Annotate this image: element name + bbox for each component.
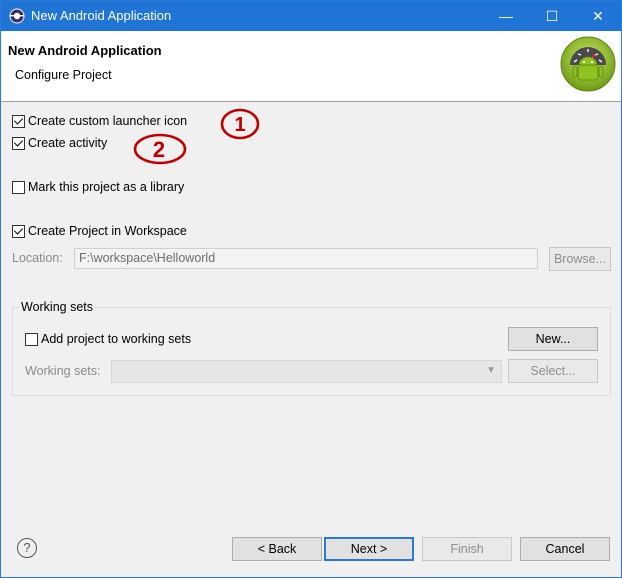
create-activity-label: Create activity [28, 136, 108, 150]
create-in-workspace-checkbox[interactable] [12, 225, 25, 238]
annotation-circle-1: 1 [220, 108, 260, 140]
browse-button[interactable]: Browse... [549, 247, 611, 271]
finish-button[interactable]: Finish [422, 537, 512, 561]
annotation-circle-2: 2 [133, 133, 187, 165]
close-button[interactable]: ✕ [575, 1, 621, 31]
select-working-set-button[interactable]: Select... [508, 359, 598, 383]
android-logo-icon [560, 36, 616, 92]
location-label: Location: [12, 251, 63, 265]
mark-library-label: Mark this project as a library [28, 180, 185, 194]
create-launcher-icon-checkbox[interactable] [12, 115, 25, 128]
add-to-working-sets-checkbox[interactable] [25, 333, 38, 346]
question-icon[interactable]: ? [17, 538, 37, 558]
page-title: New Android Application [8, 43, 162, 58]
eclipse-icon [9, 8, 25, 24]
create-in-workspace-label: Create Project in Workspace [28, 224, 187, 238]
next-button[interactable]: Next > [324, 537, 414, 561]
title-bar[interactable]: New Android Application — ☐ ✕ [1, 1, 621, 31]
close-icon: ✕ [592, 7, 604, 24]
new-working-set-button[interactable]: New... [508, 327, 598, 351]
header-banner: New Android Application Configure Projec… [1, 31, 621, 102]
location-field[interactable]: F:\workspace\Helloworld [74, 248, 538, 269]
chevron-down-icon: ▼ [486, 365, 496, 376]
mark-library-checkbox[interactable] [12, 181, 25, 194]
page-subtitle: Configure Project [15, 68, 112, 82]
maximize-icon: ☐ [545, 7, 559, 24]
working-sets-combo[interactable]: ▼ [111, 360, 502, 383]
cancel-button[interactable]: Cancel [520, 537, 610, 561]
back-button[interactable]: < Back [232, 537, 322, 561]
dialog-window: New Android Application — ☐ ✕ New Androi… [0, 0, 622, 578]
annotation-label-2: 2 [153, 137, 165, 162]
maximize-button[interactable]: ☐ [529, 1, 575, 31]
working-sets-label: Working sets: [25, 364, 101, 378]
create-launcher-icon-label: Create custom launcher icon [28, 114, 188, 128]
minimize-button[interactable]: — [483, 1, 529, 31]
annotation-label-1: 1 [234, 114, 245, 136]
window-title: New Android Application [31, 8, 172, 23]
minimize-icon: — [499, 8, 513, 24]
create-activity-checkbox[interactable] [12, 137, 25, 150]
working-sets-group-title: Working sets [20, 300, 95, 314]
add-to-working-sets-label: Add project to working sets [41, 332, 192, 346]
